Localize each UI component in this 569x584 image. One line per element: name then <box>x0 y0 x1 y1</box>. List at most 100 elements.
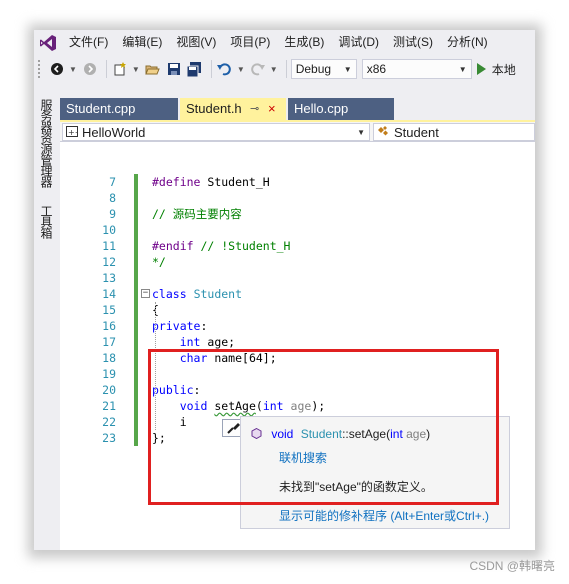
standard-toolbar: ▼ ▼ ▼ ▼ Debug ▼ x86 ▼ 本地 <box>34 55 535 83</box>
menu-edit[interactable]: 编辑(E) <box>115 30 169 55</box>
tab-label: Hello.cpp <box>294 101 349 116</box>
configuration-value: Debug <box>295 62 332 76</box>
chevron-down-icon: ▼ <box>357 127 365 137</box>
type-name: Student <box>394 124 439 140</box>
platform-value: x86 <box>366 62 387 76</box>
line-number: 23 <box>102 431 116 445</box>
tab-student-cpp[interactable]: Student.cpp <box>60 98 178 120</box>
class-icon <box>377 125 390 140</box>
server-explorer-tab[interactable]: 服务器资源管理器 <box>36 99 53 187</box>
code-line[interactable]: 10 <box>60 222 535 238</box>
undo-dropdown-icon[interactable]: ▼ <box>237 65 245 74</box>
code-line[interactable]: 17 int age; <box>60 334 535 350</box>
side-tool-panel: 服务器资源管理器 工具箱 <box>34 93 54 550</box>
change-indicator <box>134 254 138 270</box>
code-line[interactable]: 9 // 源码主要内容 <box>60 206 535 222</box>
menu-analyze[interactable]: 分析(N) <box>440 30 495 55</box>
line-number: 20 <box>102 383 116 397</box>
open-file-icon[interactable] <box>144 58 162 80</box>
tab-hello-cpp[interactable]: Hello.cpp <box>288 98 394 120</box>
change-indicator <box>134 382 138 398</box>
change-indicator <box>134 238 138 254</box>
highlight-annotation-box <box>148 349 499 505</box>
change-indicator <box>134 174 138 190</box>
code-line[interactable]: 11 #endif // !Student_H <box>60 238 535 254</box>
line-number: 17 <box>102 335 116 349</box>
toolbar-separator <box>105 60 107 78</box>
menu-debug[interactable]: 调试(D) <box>331 30 386 55</box>
toolbar-separator <box>285 60 287 78</box>
pin-icon[interactable]: ⊸ <box>250 98 259 120</box>
project-scope-select[interactable]: ++ HelloWorld ▼ <box>62 123 370 141</box>
tab-student-h[interactable]: Student.h ⊸ × <box>180 98 286 120</box>
code-line[interactable]: 13 <box>60 270 535 286</box>
menu-project[interactable]: 项目(P) <box>223 30 277 55</box>
change-indicator <box>134 414 138 430</box>
line-number: 8 <box>109 191 116 205</box>
new-dropdown-icon[interactable]: ▼ <box>132 65 140 74</box>
code-line[interactable]: 16 private: <box>60 318 535 334</box>
tab-label: Student.h <box>186 101 242 116</box>
redo-icon[interactable] <box>249 58 267 80</box>
line-number: 7 <box>109 175 116 189</box>
chevron-down-icon: ▼ <box>343 64 352 74</box>
code-line[interactable]: 12 */ <box>60 254 535 270</box>
run-label: 本地 <box>491 62 516 77</box>
code-text: #endif // !Student_H <box>152 239 291 253</box>
save-all-icon[interactable] <box>186 58 204 80</box>
line-number: 10 <box>102 223 116 237</box>
line-number: 9 <box>109 207 116 221</box>
change-indicator <box>134 334 138 350</box>
navigate-back-icon[interactable] <box>48 58 66 80</box>
change-indicator <box>134 286 138 302</box>
line-number: 12 <box>102 255 116 269</box>
code-line[interactable]: 8 <box>60 190 535 206</box>
code-line[interactable]: 7 #define Student_H <box>60 174 535 190</box>
tab-label: Student.cpp <box>66 101 136 116</box>
collapse-outline-icon[interactable]: − <box>141 289 150 298</box>
chevron-down-icon: ▼ <box>458 64 467 74</box>
code-text: #define Student_H <box>152 175 270 189</box>
menu-view[interactable]: 视图(V) <box>169 30 223 55</box>
visual-studio-logo-icon <box>34 30 62 55</box>
type-scope-select[interactable]: Student <box>373 123 535 141</box>
menu-build[interactable]: 生成(B) <box>277 30 331 55</box>
change-indicator <box>134 206 138 222</box>
code-text: private: <box>152 319 208 333</box>
new-project-icon[interactable] <box>111 58 129 80</box>
toolbox-tab[interactable]: 工具箱 <box>36 205 53 238</box>
document-tab-strip: Student.cpp Student.h ⊸ × Hello.cpp <box>60 98 535 120</box>
save-icon[interactable] <box>165 58 183 80</box>
menu-file[interactable]: 文件(F) <box>62 30 115 55</box>
play-icon <box>476 63 486 75</box>
change-indicator <box>134 430 138 446</box>
code-text: // 源码主要内容 <box>152 207 242 221</box>
line-number: 14 <box>102 287 116 301</box>
navigation-bar: ++ HelloWorld ▼ Student <box>60 122 535 142</box>
project-name: HelloWorld <box>82 124 146 140</box>
undo-icon[interactable] <box>216 58 234 80</box>
start-debugging-button[interactable]: 本地 <box>476 61 516 78</box>
redo-dropdown-icon[interactable]: ▼ <box>270 65 278 74</box>
watermark: CSDN @韩曙亮 <box>469 559 555 573</box>
line-number: 19 <box>102 367 116 381</box>
line-number: 11 <box>102 239 116 253</box>
change-indicator <box>134 222 138 238</box>
menu-bar: 文件(F) 编辑(E) 视图(V) 项目(P) 生成(B) 调试(D) 测试(S… <box>34 30 535 55</box>
code-line[interactable]: 15{ <box>60 302 535 318</box>
menu-test[interactable]: 测试(S) <box>386 30 440 55</box>
toolbar-separator <box>210 60 212 78</box>
line-number: 15 <box>102 303 116 317</box>
navigate-forward-icon[interactable] <box>81 58 99 80</box>
solution-platform-select[interactable]: x86 ▼ <box>361 59 472 79</box>
code-text: class Student <box>152 287 243 301</box>
show-potential-fixes-link[interactable]: 显示可能的修补程序 <box>279 509 387 523</box>
toolbar-grip-icon[interactable] <box>38 60 42 78</box>
fix-shortcut: (Alt+Enter或Ctrl+.) <box>387 509 490 523</box>
change-indicator <box>134 398 138 414</box>
back-dropdown-icon[interactable]: ▼ <box>69 65 77 74</box>
code-line[interactable]: 14 − class Student <box>60 286 535 302</box>
change-indicator <box>134 366 138 382</box>
close-icon[interactable]: × <box>268 98 276 120</box>
solution-configuration-select[interactable]: Debug ▼ <box>290 59 357 79</box>
